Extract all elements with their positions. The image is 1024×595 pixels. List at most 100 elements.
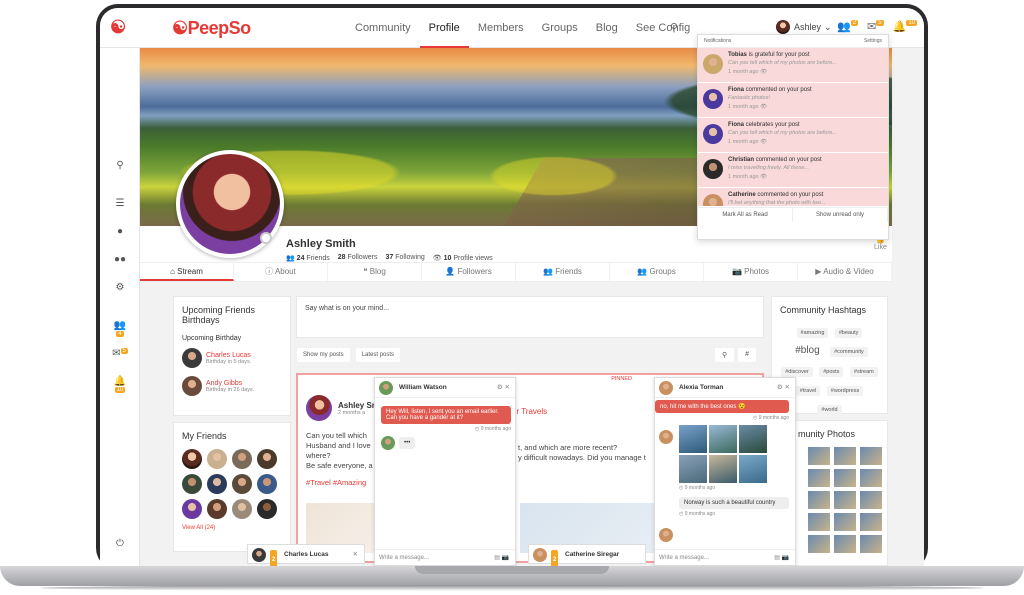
gear-icon[interactable]: ⚙ xyxy=(777,384,783,391)
notifications-settings-link[interactable]: Settings xyxy=(864,38,882,44)
search-icon[interactable]: ⚲ xyxy=(670,21,678,34)
avatar[interactable] xyxy=(182,376,202,396)
hashtag[interactable]: #stream xyxy=(849,367,878,378)
tab-stream[interactable]: ⌂ Stream xyxy=(140,263,234,281)
nav-blog[interactable]: Blog xyxy=(587,8,627,48)
hashtag[interactable]: #travel xyxy=(795,386,821,397)
tab-audio-video[interactable]: ▶ Audio & Video xyxy=(798,263,892,281)
avatar[interactable] xyxy=(306,395,332,421)
shared-photo[interactable] xyxy=(709,455,737,483)
user-menu[interactable]: Ashley ⌄ xyxy=(776,20,832,34)
community-photo[interactable] xyxy=(860,535,882,553)
tab-photos[interactable]: 📷 Photos xyxy=(704,263,798,281)
shared-photo[interactable] xyxy=(739,455,767,483)
peepso-logo[interactable]: ☯PeepSo xyxy=(172,18,251,39)
friend-avatar[interactable] xyxy=(257,474,277,494)
eye-icon[interactable]: 👁 xyxy=(760,139,767,145)
notification-item[interactable]: Fiona celebrates your post Can you tell … xyxy=(698,118,888,153)
nav-community[interactable]: Community xyxy=(346,8,420,48)
friend-avatar[interactable] xyxy=(182,474,202,494)
post-title[interactable]: ur Travels xyxy=(512,407,547,416)
shared-photo[interactable] xyxy=(739,425,767,453)
hashtag[interactable]: #posts xyxy=(819,367,844,378)
friend-avatar[interactable] xyxy=(257,499,277,519)
nav-members[interactable]: Members xyxy=(469,8,533,48)
notifications-icon[interactable]: 🔔10 xyxy=(112,376,128,398)
friends-icon[interactable]: 👥4 xyxy=(112,320,128,342)
stat-followers[interactable]: 28 Followers xyxy=(338,254,378,262)
friend-name[interactable]: Charles Lucas xyxy=(206,352,251,359)
community-photo[interactable] xyxy=(834,469,856,487)
menu-icon[interactable]: ☰ xyxy=(112,198,128,209)
stat-friends[interactable]: 👥 24 Friends xyxy=(286,254,330,262)
notifications-icon[interactable]: 🔔10 xyxy=(893,20,917,33)
notification-item[interactable]: Christian commented on your post I miss … xyxy=(698,153,888,188)
community-photo[interactable] xyxy=(860,447,882,465)
community-photo[interactable] xyxy=(834,491,856,509)
close-icon[interactable]: ✕ xyxy=(785,384,790,391)
post-author[interactable]: Ashley Sr xyxy=(338,401,375,410)
close-icon[interactable]: ✕ xyxy=(505,384,510,391)
chat-header[interactable]: Alexia Torman ⚙ ✕ xyxy=(655,378,795,398)
stat-following[interactable]: 37 Following xyxy=(385,254,424,262)
eye-icon[interactable]: 👁 xyxy=(760,104,767,110)
filter-show-my-posts[interactable]: Show my posts xyxy=(297,348,350,362)
chat-tab-charles[interactable]: 2 Charles Lucas ✕ xyxy=(247,544,365,566)
notification-item[interactable]: Catherine commented on your post I'll be… xyxy=(698,188,888,207)
messages-icon[interactable]: ✉ 5 xyxy=(867,20,884,33)
tab-followers[interactable]: 👤 Followers xyxy=(422,263,516,281)
hashtag[interactable]: #community xyxy=(830,347,868,358)
friends-icon[interactable]: 👥 2 xyxy=(837,20,859,33)
close-icon[interactable]: ✕ xyxy=(353,545,358,565)
community-photo[interactable] xyxy=(808,535,830,553)
members-icon[interactable]: ●● xyxy=(112,254,128,265)
chat-input[interactable]: Write a message... ▤ 📷 xyxy=(375,549,515,565)
shared-photo[interactable] xyxy=(679,425,707,453)
shared-photo[interactable] xyxy=(709,425,737,453)
notification-item[interactable]: Fiona commented on your post Fantastic p… xyxy=(698,83,888,118)
friend-avatar[interactable] xyxy=(182,499,202,519)
peepso-mini-logo[interactable]: ☯ xyxy=(110,17,126,38)
nav-see-config[interactable]: See Config xyxy=(627,8,699,48)
hashtag[interactable]: #wordpress xyxy=(826,386,864,397)
hashtag[interactable]: #beauty xyxy=(834,328,863,339)
friend-avatar[interactable] xyxy=(232,449,252,469)
friend-avatar[interactable] xyxy=(182,449,202,469)
friend-avatar[interactable] xyxy=(207,474,227,494)
community-photo[interactable] xyxy=(834,447,856,465)
friend-avatar[interactable] xyxy=(232,499,252,519)
hashtag[interactable]: #world xyxy=(817,405,842,416)
community-photo[interactable] xyxy=(860,513,882,531)
eye-icon[interactable]: 👁 xyxy=(760,174,767,180)
hashtag[interactable]: #discover xyxy=(781,367,813,378)
friend-avatar[interactable] xyxy=(207,449,227,469)
nav-profile[interactable]: Profile xyxy=(419,8,469,48)
power-icon[interactable]: ⏻ xyxy=(112,538,128,549)
post-time[interactable]: 2 months a xyxy=(338,410,375,416)
messages-icon[interactable]: ✉ 5 xyxy=(112,348,128,359)
attach-icons[interactable]: ▤ 📷 xyxy=(494,550,509,566)
attach-icons[interactable]: ▤ 📷 xyxy=(774,550,789,566)
community-photo[interactable] xyxy=(808,513,830,531)
community-photo[interactable] xyxy=(834,513,856,531)
friend-avatar[interactable] xyxy=(257,449,277,469)
community-photo[interactable] xyxy=(808,469,830,487)
search-icon[interactable]: ⚲ xyxy=(112,160,128,171)
mark-all-read-button[interactable]: Mark All as Read xyxy=(698,208,793,222)
filter-latest-posts[interactable]: Latest posts xyxy=(355,348,401,362)
avatar[interactable] xyxy=(182,348,202,368)
chat-tab-catherine[interactable]: 2 Catherine Siregar xyxy=(528,544,646,566)
community-photo[interactable] xyxy=(808,447,830,465)
notification-item[interactable]: Tobias is grateful for your post Can you… xyxy=(698,48,888,83)
friend-avatar[interactable] xyxy=(232,474,252,494)
gear-icon[interactable]: ⚙ xyxy=(112,282,128,293)
chat-header[interactable]: William Watson ⚙ ✕ xyxy=(375,378,515,398)
friend-name[interactable]: Andy Gibbs xyxy=(206,380,254,387)
chat-input[interactable]: Write a message... ▤ 📷 xyxy=(655,549,795,565)
community-photo[interactable] xyxy=(860,491,882,509)
tab-blog[interactable]: ❝ Blog xyxy=(328,263,422,281)
tab-groups[interactable]: 👥 Groups xyxy=(610,263,704,281)
show-unread-button[interactable]: Show unread only xyxy=(793,208,888,222)
shared-photo[interactable] xyxy=(679,455,707,483)
community-photo[interactable] xyxy=(834,535,856,553)
